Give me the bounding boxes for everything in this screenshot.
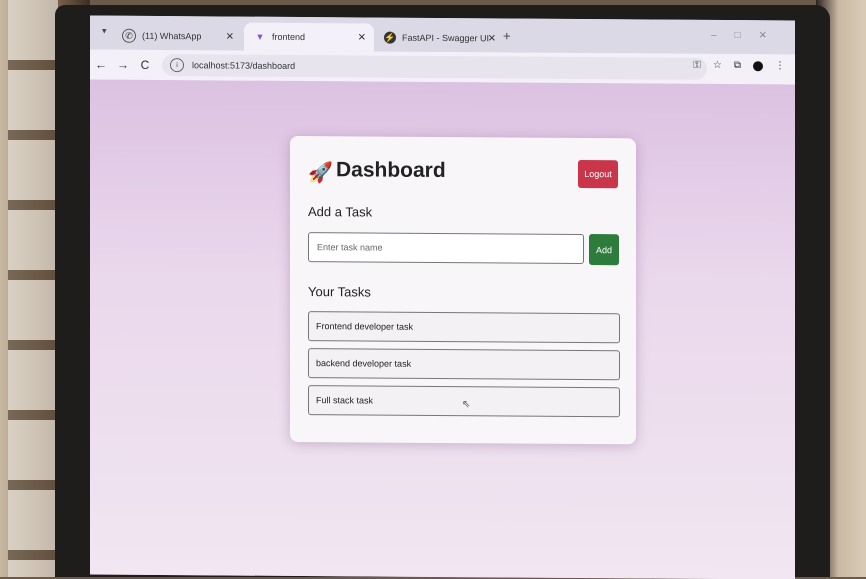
toolbar-actions: ⚿ ☆ ⧉ ⋮ [693, 60, 785, 72]
window-controls[interactable]: –□✕ [711, 30, 785, 42]
forward-icon[interactable]: → [112, 58, 134, 72]
tab-frontend[interactable]: ▼ frontend ✕ [244, 22, 374, 52]
password-key-icon[interactable]: ⚿ [693, 60, 701, 71]
browser-toolbar: ← → C i localhost:5173/dashboard ⚿ ☆ ⧉ ⋮ [90, 49, 795, 85]
browser-screen: ▾ ✆ (11) WhatsApp ✕ ▼ frontend ✕ ⚡ FastA… [90, 15, 795, 579]
site-info-icon[interactable]: i [170, 58, 184, 73]
logout-button[interactable]: Logout [578, 159, 618, 189]
fastapi-icon: ⚡ [384, 31, 396, 44]
bookmark-star-icon[interactable]: ☆ [713, 60, 722, 71]
close-tab-icon[interactable]: ✕ [358, 32, 366, 43]
reload-icon[interactable]: C [134, 58, 156, 72]
extensions-icon[interactable]: ⧉ [734, 60, 741, 71]
background-window-frame [8, 0, 58, 577]
rocket-icon: 🚀 [308, 162, 333, 185]
tab-label: (11) WhatsApp [142, 30, 202, 42]
profile-avatar[interactable] [753, 60, 763, 71]
mouse-cursor-icon: ⇖ [462, 399, 471, 411]
menu-kebab-icon[interactable]: ⋮ [775, 60, 785, 71]
close-tab-icon[interactable]: ✕ [226, 31, 234, 42]
back-icon[interactable]: ← [90, 58, 112, 72]
task-name-input[interactable] [308, 232, 584, 264]
new-tab-icon[interactable]: + [503, 28, 511, 43]
vite-icon: ▼ [255, 31, 265, 42]
tab-label: frontend [272, 31, 306, 43]
tab-label: FastAPI - Swagger UI [402, 32, 490, 44]
url-text: localhost:5173/dashboard [192, 60, 296, 71]
task-item[interactable]: backend developer task [308, 348, 620, 381]
page-body: 🚀 Dashboard Logout Add a Task Add Your T… [90, 79, 795, 579]
tab-fastapi[interactable]: ⚡ FastAPI - Swagger UI ✕ [374, 24, 504, 53]
close-tab-icon[interactable]: ✕ [488, 33, 496, 44]
your-tasks-heading: Your Tasks [308, 284, 371, 300]
add-task-heading: Add a Task [308, 204, 373, 220]
dashboard-card: 🚀 Dashboard Logout Add a Task Add Your T… [290, 135, 636, 445]
tab-bar: ▾ ✆ (11) WhatsApp ✕ ▼ frontend ✕ ⚡ FastA… [90, 15, 795, 55]
address-bar[interactable]: i localhost:5173/dashboard [162, 54, 707, 80]
whatsapp-icon: ✆ [122, 28, 136, 43]
add-task-button[interactable]: Add [589, 234, 619, 266]
tab-search-icon[interactable]: ▾ [102, 26, 107, 37]
task-item[interactable]: Frontend developer task [308, 311, 620, 344]
tab-whatsapp[interactable]: ✆ (11) WhatsApp ✕ [112, 22, 242, 51]
page-title: Dashboard [336, 158, 446, 183]
dashboard-header: 🚀 Dashboard [308, 154, 618, 192]
